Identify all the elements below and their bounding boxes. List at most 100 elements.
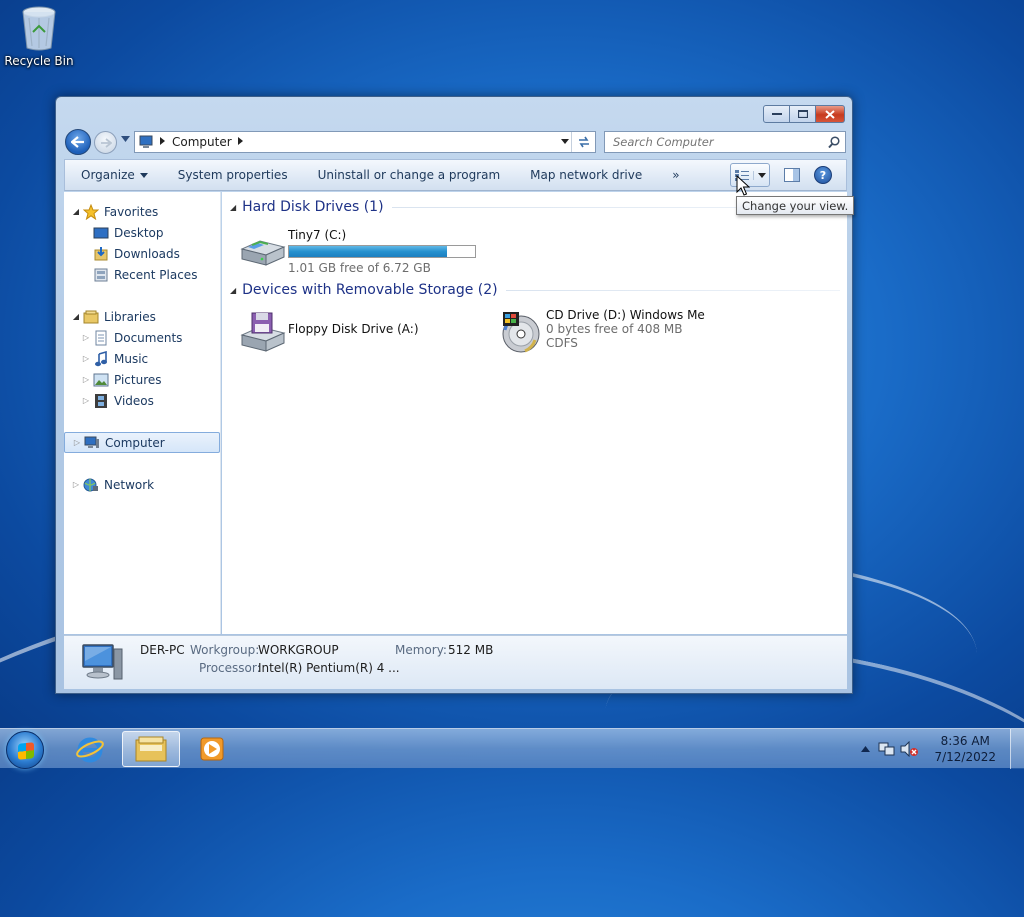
nav-network-label: Network [104, 477, 155, 492]
nav-libraries-label: Libraries [104, 309, 156, 324]
back-button[interactable] [65, 129, 91, 155]
nav-pictures[interactable]: ▷ Pictures [64, 369, 221, 390]
search-box[interactable] [604, 131, 846, 153]
chevron-down-icon [561, 139, 569, 144]
search-icon[interactable] [823, 136, 845, 148]
expand-arrow-icon[interactable]: ◢ [70, 312, 82, 321]
taskbar-internet-explorer[interactable] [61, 731, 119, 767]
preview-pane-icon [784, 168, 800, 182]
nav-downloads-label: Downloads [114, 246, 180, 261]
group-divider [505, 289, 840, 291]
address-dropdown[interactable] [561, 137, 569, 146]
drive-d-filesystem: CDFS [546, 336, 578, 350]
pictures-icon [92, 372, 110, 388]
libraries-icon [82, 309, 100, 325]
start-button[interactable] [6, 731, 44, 769]
refresh-button[interactable] [571, 132, 595, 152]
nav-videos[interactable]: ▷ Videos [64, 390, 221, 411]
drive-d[interactable]: CD Drive (D:) Windows Me 0 bytes free of… [496, 308, 705, 356]
more-commands-button[interactable]: » [657, 159, 694, 191]
mouse-cursor-icon [736, 175, 750, 196]
nav-favorites[interactable]: ◢ Favorites [64, 201, 221, 222]
recycle-bin-icon [22, 6, 56, 51]
taskbar: 8:36 AM 7/12/2022 [0, 728, 1024, 769]
help-button[interactable]: ? [814, 166, 832, 184]
nav-documents[interactable]: ▷ Documents [64, 327, 221, 348]
system-properties-button[interactable]: System properties [163, 159, 303, 191]
group-collapse-icon[interactable]: ◢ [230, 286, 236, 295]
navigation-pane: ◢ Favorites Desktop Downloads Recent Pla… [64, 192, 221, 634]
collapse-arrow-icon[interactable]: ▷ [71, 438, 83, 447]
organize-label: Organize [81, 168, 135, 182]
minimize-button[interactable] [763, 105, 790, 123]
chevron-down-icon [121, 136, 130, 142]
expand-arrow-icon[interactable]: ◢ [70, 207, 82, 216]
documents-icon [92, 330, 110, 346]
organize-button[interactable]: Organize [65, 159, 163, 191]
nav-downloads[interactable]: Downloads [64, 243, 221, 264]
details-pane: DER-PC Workgroup: WORKGROUP Memory: 512 … [64, 635, 847, 689]
nav-favorites-label: Favorites [104, 204, 159, 219]
hard-drive-icon [236, 228, 288, 276]
breadcrumb-separator[interactable] [160, 137, 165, 147]
drive-a-name: Floppy Disk Drive (A:) [288, 322, 419, 336]
computer-icon [83, 435, 101, 451]
nav-desktop[interactable]: Desktop [64, 222, 221, 243]
downloads-icon [92, 246, 110, 262]
drive-c[interactable]: Tiny7 (C:) 1.01 GB free of 6.72 GB [236, 228, 476, 276]
clock-time: 8:36 AM [940, 734, 990, 748]
maximize-button[interactable] [790, 105, 816, 123]
explorer-window: Computer Organize System properties Unin… [55, 96, 853, 694]
minimize-icon [771, 113, 782, 115]
nav-network[interactable]: ▷ Network [64, 474, 221, 495]
recent-pages-button[interactable] [121, 135, 130, 145]
magnifier-icon [828, 136, 840, 148]
nav-libraries[interactable]: ◢ Libraries [64, 306, 221, 327]
group-collapse-icon[interactable]: ◢ [230, 203, 236, 212]
system-tray: 8:36 AM 7/12/2022 [854, 729, 1024, 769]
recycle-bin[interactable]: Recycle Bin [4, 4, 74, 76]
drive-c-free-space: 1.01 GB free of 6.72 GB [288, 261, 431, 275]
show-hidden-icons-button[interactable] [854, 746, 876, 752]
group-removable-storage[interactable]: ◢ Devices with Removable Storage (2) [230, 282, 840, 298]
nav-music[interactable]: ▷ Music [64, 348, 221, 369]
forward-button[interactable] [94, 131, 117, 154]
desktop-icon [92, 225, 110, 241]
drive-c-capacity-bar [288, 245, 476, 258]
navigation-row: Computer [64, 129, 846, 155]
nav-computer[interactable]: ▷ Computer [64, 432, 220, 453]
drive-c-name: Tiny7 (C:) [288, 228, 347, 242]
nav-videos-label: Videos [114, 393, 154, 408]
breadcrumb-separator-2[interactable] [237, 137, 243, 147]
preview-pane-button[interactable] [780, 168, 804, 182]
close-button[interactable] [816, 105, 845, 123]
command-bar: Organize System properties Uninstall or … [64, 159, 847, 191]
taskbar-media-player[interactable] [183, 731, 241, 767]
view-dropdown-arrow[interactable] [753, 170, 769, 180]
tray-network[interactable] [876, 741, 898, 757]
refresh-icon [578, 136, 589, 148]
uninstall-program-button[interactable]: Uninstall or change a program [303, 159, 516, 191]
drive-a[interactable]: Floppy Disk Drive (A:) [236, 308, 419, 356]
star-icon [82, 203, 100, 220]
collapse-arrow-icon[interactable]: ▷ [80, 375, 92, 384]
collapse-arrow-icon[interactable]: ▷ [80, 396, 92, 405]
internet-explorer-icon [76, 737, 104, 763]
show-desktop-button[interactable] [1010, 729, 1024, 769]
nav-recent-places-label: Recent Places [114, 267, 198, 282]
network-status-icon [878, 742, 895, 756]
map-network-drive-button[interactable]: Map network drive [515, 159, 657, 191]
nav-recent-places[interactable]: Recent Places [64, 264, 221, 285]
search-input[interactable] [611, 134, 823, 150]
taskbar-windows-explorer[interactable] [122, 731, 180, 767]
breadcrumb-computer[interactable]: Computer [172, 135, 232, 149]
back-arrow-icon [71, 136, 84, 148]
address-bar[interactable]: Computer [134, 131, 596, 153]
chevron-down-icon [139, 172, 148, 178]
collapse-arrow-icon[interactable]: ▷ [80, 354, 92, 363]
computer-icon [82, 644, 123, 680]
collapse-arrow-icon[interactable]: ▷ [70, 480, 82, 489]
clock[interactable]: 8:36 AM 7/12/2022 [934, 733, 996, 765]
collapse-arrow-icon[interactable]: ▷ [80, 333, 92, 342]
tray-volume[interactable] [898, 741, 920, 757]
